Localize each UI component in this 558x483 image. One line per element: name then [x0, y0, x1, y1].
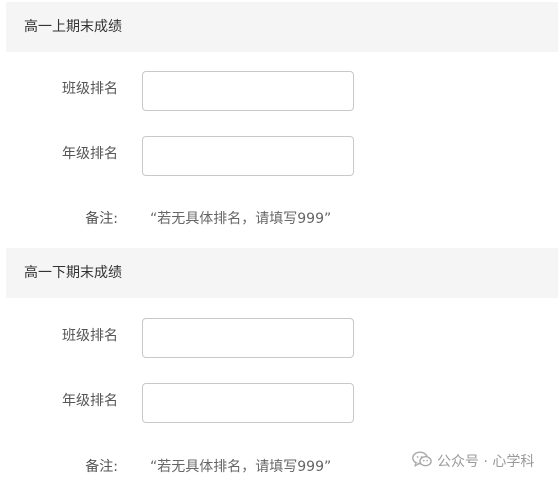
- note-label: 备注:: [85, 459, 118, 475]
- class-rank-input-second-term[interactable]: [142, 318, 354, 358]
- grade-rank-input-first-term[interactable]: [142, 136, 354, 176]
- grade-rank-input-second-term[interactable]: [142, 383, 354, 423]
- watermark-text: 公众号 · 心学科: [437, 454, 535, 470]
- section-header-second-term: 高一下期末成绩: [6, 248, 558, 298]
- watermark: 公众号 · 心学科: [412, 450, 534, 472]
- grade-rank-label: 年级排名: [62, 393, 118, 409]
- class-rank-label: 班级排名: [62, 328, 118, 344]
- wechat-icon: [412, 450, 437, 472]
- class-rank-input-first-term[interactable]: [142, 71, 354, 111]
- class-rank-label: 班级排名: [62, 81, 118, 97]
- grade-rank-label: 年级排名: [62, 146, 118, 162]
- section-header-first-term: 高一上期末成绩: [6, 2, 558, 52]
- note-label: 备注:: [85, 211, 118, 227]
- section-title: 高一下期末成绩: [24, 265, 122, 281]
- note-text: “若无具体排名，请填写999”: [150, 211, 332, 227]
- note-text: “若无具体排名，请填写999”: [150, 459, 332, 475]
- section-title: 高一上期末成绩: [24, 19, 122, 35]
